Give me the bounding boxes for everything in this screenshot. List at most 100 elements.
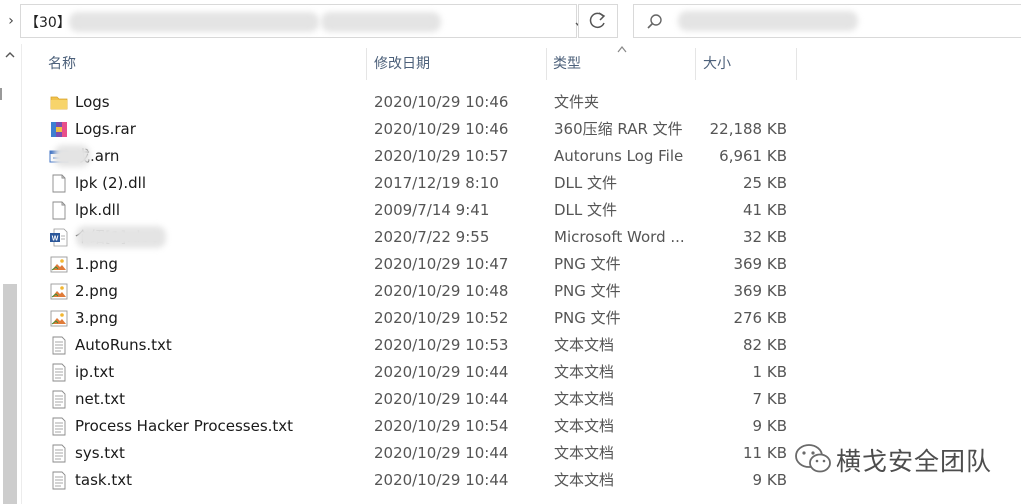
file-name: 1.png — [75, 255, 118, 273]
file-row[interactable]: Process Hacker Processes.txt 2020/10/29 1… — [44, 413, 804, 440]
chevron-right-icon[interactable]: › — [4, 11, 18, 31]
text-file-icon — [49, 444, 69, 463]
file-type: 文本文档 — [554, 363, 615, 381]
file-row[interactable]: 2.png 2020/10/29 10:48 PNG 文件 369 KB — [44, 278, 804, 305]
file-date: 2009/7/14 9:41 — [374, 201, 490, 219]
file-size: 82 KB — [743, 336, 787, 354]
text-file-icon — [49, 336, 69, 355]
file-row[interactable]: Logs.rar 2020/10/29 10:46 360压缩 RAR 文件 22,1… — [44, 116, 804, 143]
file-row[interactable]: Logs 2020/10/29 10:46 文件夹 — [44, 89, 804, 116]
file-type: Microsoft Word ... — [554, 228, 685, 246]
column-divider[interactable] — [546, 48, 547, 80]
file-row[interactable]: 3.png 2020/10/29 10:52 PNG 文件 276 KB — [44, 305, 804, 332]
file-size: 22,188 KB — [709, 120, 787, 138]
file-size: 7 KB — [752, 390, 787, 408]
image-icon — [49, 309, 69, 328]
file-size: 32 KB — [743, 228, 787, 246]
file-date: 2020/10/29 10:52 — [374, 309, 509, 327]
file-size: 9 KB — [752, 471, 787, 489]
address-bar[interactable]: 【30】 — [20, 4, 587, 38]
file-type: DLL 文件 — [554, 174, 618, 192]
file-row[interactable]: ip.txt 2020/10/29 10:44 文本文档 1 KB — [44, 359, 804, 386]
column-name[interactable]: 名称 — [44, 44, 366, 84]
column-size[interactable]: 大小 — [699, 44, 795, 84]
navigation-pane-scrollbar[interactable] — [0, 44, 22, 504]
file-date: 2020/10/29 10:48 — [374, 282, 509, 300]
file-date: 2020/7/22 9:55 — [374, 228, 490, 246]
file-size: 276 KB — [733, 309, 787, 327]
file-type: PNG 文件 — [554, 282, 621, 300]
file-name: 2.png — [75, 282, 118, 300]
file-row[interactable]: AutoRuns.txt 2020/10/29 10:53 文本文档 82 KB — [44, 332, 804, 359]
wechat-icon — [795, 444, 831, 473]
file-type: 360压缩 RAR 文件 — [554, 120, 683, 138]
word-icon: W — [49, 228, 69, 247]
file-size: 6,961 KB — [719, 147, 787, 165]
file-date: 2020/10/29 10:53 — [374, 336, 509, 354]
file-size: 25 KB — [743, 174, 787, 192]
image-icon — [49, 255, 69, 274]
file-name: Logs — [75, 93, 110, 111]
file-type: DLL 文件 — [554, 201, 618, 219]
scroll-up-icon[interactable] — [3, 50, 17, 64]
refresh-button[interactable] — [578, 4, 618, 38]
watermark: 横戈安全团队 — [790, 438, 1000, 478]
redacted-filename — [76, 226, 166, 248]
redacted-path — [321, 12, 441, 32]
file-type: PNG 文件 — [554, 255, 621, 273]
file-type: 文本文档 — [554, 444, 615, 462]
archive-icon — [49, 120, 69, 139]
file-name: task.txt — [75, 471, 132, 489]
file-date: 2020/10/29 10:46 — [374, 93, 509, 111]
address-toolbar: › 【30】 — [0, 0, 1021, 44]
file-row[interactable]: lpk (2).dll 2017/12/19 8:10 DLL 文件 25 KB — [44, 170, 804, 197]
file-type: 文本文档 — [554, 390, 615, 408]
file-name: lpk (2).dll — [75, 174, 147, 192]
text-file-icon — [49, 471, 69, 490]
search-icon — [647, 14, 662, 29]
file-icon — [49, 201, 69, 220]
file-type: 文件夹 — [554, 93, 600, 111]
file-type: Autoruns Log File — [554, 147, 684, 165]
file-name: net.txt — [75, 390, 126, 408]
file-date: 2020/10/29 10:44 — [374, 390, 509, 408]
file-row[interactable]: 1.png 2020/10/29 10:47 PNG 文件 369 KB — [44, 251, 804, 278]
file-list: Logs 2020/10/29 10:46 文件夹 Logs.rar 2020/10/2… — [44, 89, 804, 494]
file-row[interactable]: net.txt 2020/10/29 10:44 文本文档 7 KB — [44, 386, 804, 413]
column-divider[interactable] — [366, 48, 367, 80]
file-size: 369 KB — [733, 282, 787, 300]
address-path[interactable]: 【30】 — [25, 12, 71, 32]
file-name: Process Hacker Processes.txt — [75, 417, 294, 435]
file-row[interactable]: lpk.dll 2009/7/14 9:41 DLL 文件 41 KB — [44, 197, 804, 224]
column-header: 名称 修改日期 类型 大小 — [44, 44, 804, 84]
column-date[interactable]: 修改日期 — [370, 44, 546, 84]
file-type: 文本文档 — [554, 471, 615, 489]
file-row[interactable]: task.txt 2020/10/29 10:44 文本文档 9 KB — [44, 467, 804, 494]
file-size: 1 KB — [752, 363, 787, 381]
file-date: 2020/10/29 10:54 — [374, 417, 509, 435]
file-type: PNG 文件 — [554, 309, 621, 327]
refresh-icon — [589, 12, 606, 29]
sort-ascending-icon — [617, 46, 627, 53]
file-name: Logs.rar — [75, 120, 136, 138]
column-divider[interactable] — [796, 48, 797, 80]
search-box[interactable] — [633, 4, 1021, 38]
scrollbar-thumb[interactable] — [3, 284, 17, 504]
file-size: 369 KB — [733, 255, 787, 273]
text-file-icon — [49, 417, 69, 436]
watermark-text: 横戈安全团队 — [836, 447, 993, 476]
file-name: ip.txt — [75, 363, 115, 381]
file-size: 9 KB — [752, 417, 787, 435]
file-date: 2020/10/29 10:44 — [374, 471, 509, 489]
file-name: 3.png — [75, 309, 118, 327]
file-date: 2020/10/29 10:46 — [374, 120, 509, 138]
file-date: 2017/12/19 8:10 — [374, 174, 499, 192]
file-name: lpk.dll — [75, 201, 120, 219]
file-row[interactable]: sys.txt 2020/10/29 10:44 文本文档 11 KB — [44, 440, 804, 467]
file-size: 11 KB — [743, 444, 787, 462]
file-row[interactable]: 戉.arn 2020/10/29 10:57 Autoruns Log File 6,… — [44, 143, 804, 170]
column-divider[interactable] — [695, 48, 696, 80]
file-name: AutoRuns.txt — [75, 336, 172, 354]
file-type: 文本文档 — [554, 417, 615, 435]
file-date: 2020/10/29 10:47 — [374, 255, 509, 273]
